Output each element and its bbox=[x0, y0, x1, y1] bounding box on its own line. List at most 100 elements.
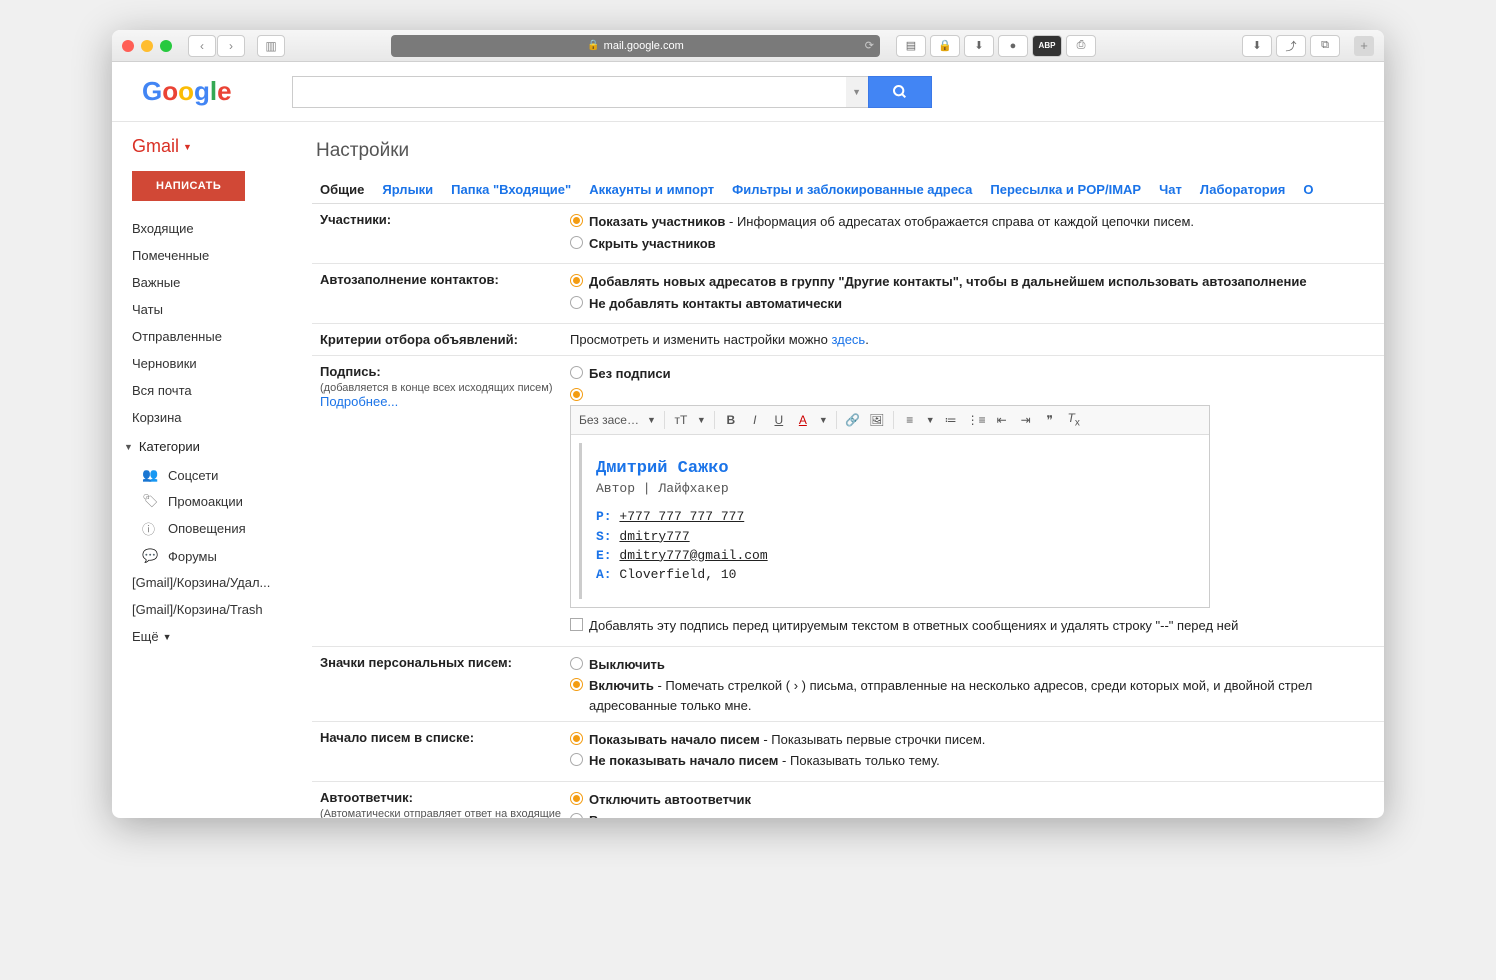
search-button[interactable] bbox=[868, 76, 932, 108]
cat-forums[interactable]: 💬Форумы bbox=[112, 543, 312, 569]
radio-no-signature[interactable] bbox=[570, 366, 583, 379]
tab-offline[interactable]: О bbox=[1303, 182, 1313, 197]
minimize-window[interactable] bbox=[141, 40, 153, 52]
nav-label-2[interactable]: [Gmail]/Корзина/Trash bbox=[112, 596, 312, 623]
indicators-label: Значки персональных писем: bbox=[320, 655, 512, 670]
abp-icon[interactable]: ABP bbox=[1032, 35, 1062, 57]
nav-chats[interactable]: Чаты bbox=[112, 296, 312, 323]
sig-email: dmitry777@gmail.com bbox=[619, 548, 767, 563]
radio-show-participants[interactable] bbox=[570, 214, 583, 227]
search-icon bbox=[892, 84, 908, 100]
radio-indicators-on[interactable] bbox=[570, 678, 583, 691]
tabs-icon[interactable]: ⧉ bbox=[1310, 35, 1340, 57]
radio-autocomplete-on[interactable] bbox=[570, 274, 583, 287]
tab-labels[interactable]: Ярлыки bbox=[382, 182, 433, 197]
bullist-button[interactable]: ⋮≡ bbox=[967, 413, 986, 427]
tab-chat[interactable]: Чат bbox=[1159, 182, 1182, 197]
radio-autocomplete-off[interactable] bbox=[570, 296, 583, 309]
tab-inbox[interactable]: Папка "Входящие" bbox=[451, 182, 571, 197]
sig-skype: dmitry777 bbox=[619, 529, 689, 544]
nav-sent[interactable]: Отправленные bbox=[112, 323, 312, 350]
signature-learn-link[interactable]: Подробнее... bbox=[320, 394, 398, 409]
gmail-brand[interactable]: Gmail▼ bbox=[112, 136, 312, 171]
close-window[interactable] bbox=[122, 40, 134, 52]
search-input[interactable] bbox=[292, 76, 846, 108]
print-icon[interactable]: ⎙ bbox=[1066, 35, 1096, 57]
clear-format-button[interactable]: Tx bbox=[1066, 411, 1082, 428]
settings-title: Настройки bbox=[312, 122, 1384, 176]
pocket-icon[interactable]: ⬇ bbox=[964, 35, 994, 57]
radio-snippets-off[interactable] bbox=[570, 753, 583, 766]
image-button[interactable]: 🖼 bbox=[869, 413, 885, 427]
google-header: Google ▼ bbox=[112, 62, 1384, 122]
nav-starred[interactable]: Помеченные bbox=[112, 242, 312, 269]
search-dropdown[interactable]: ▼ bbox=[846, 76, 868, 108]
nav-allmail[interactable]: Вся почта bbox=[112, 377, 312, 404]
radio-hide-participants[interactable] bbox=[570, 236, 583, 249]
sig-name: Дмитрий Сажко bbox=[596, 457, 1187, 481]
link-button[interactable]: 🔗 bbox=[845, 413, 861, 427]
share-icon[interactable]: ⤴ bbox=[1276, 35, 1306, 57]
sidebar-toggle-icon[interactable]: ▥ bbox=[257, 35, 285, 57]
bulb-icon[interactable]: ● bbox=[998, 35, 1028, 57]
radio-vacation-on[interactable] bbox=[570, 813, 583, 818]
cat-social[interactable]: 👥Соцсети bbox=[112, 462, 312, 488]
font-select[interactable]: Без засе… bbox=[579, 413, 639, 427]
nav-drafts[interactable]: Черновики bbox=[112, 350, 312, 377]
nav-label-1[interactable]: [Gmail]/Корзина/Удал... bbox=[112, 569, 312, 596]
nav-important[interactable]: Важные bbox=[112, 269, 312, 296]
google-logo[interactable]: Google bbox=[142, 76, 232, 107]
indent-button[interactable]: ⇥ bbox=[1018, 413, 1034, 427]
settings-tabs: Общие Ярлыки Папка "Входящие" Аккаунты и… bbox=[312, 176, 1384, 204]
signature-body[interactable]: Дмитрий Сажко Автор | Лайфхакер P: +777 … bbox=[579, 443, 1201, 600]
nav-categories[interactable]: ▼Категории bbox=[112, 431, 312, 462]
signature-toolbar: Без засе…▼ тТ▼ B I U A▼ 🔗 🖼 bbox=[571, 406, 1209, 435]
autocomplete-label: Автозаполнение контактов: bbox=[320, 272, 499, 287]
download-icon[interactable]: ⬇ bbox=[1242, 35, 1272, 57]
vacation-sublabel: (Автоматически отправляет ответ на входя… bbox=[320, 808, 561, 818]
lock-ext-icon[interactable]: 🔒 bbox=[930, 35, 960, 57]
ads-link[interactable]: здесь bbox=[831, 332, 865, 347]
tab-filters[interactable]: Фильтры и заблокированные адреса bbox=[732, 182, 972, 197]
main-content: Настройки Общие Ярлыки Папка "Входящие" … bbox=[312, 122, 1384, 818]
fontsize-button[interactable]: тТ bbox=[673, 413, 689, 427]
radio-indicators-off[interactable] bbox=[570, 657, 583, 670]
nav-inbox[interactable]: Входящие bbox=[112, 215, 312, 242]
reload-icon[interactable]: ⟳ bbox=[865, 39, 874, 52]
row-signature: Подпись: (добавляется в конце всех исход… bbox=[312, 356, 1384, 647]
new-tab[interactable]: + bbox=[1354, 36, 1374, 56]
info-icon: ⓘ bbox=[142, 519, 158, 538]
radio-vacation-off[interactable] bbox=[570, 792, 583, 805]
snippets-label: Начало писем в списке: bbox=[320, 730, 474, 745]
checkbox-sig-before-quote[interactable] bbox=[570, 618, 583, 631]
nav-more[interactable]: Ещё▼ bbox=[112, 623, 312, 650]
italic-button[interactable]: I bbox=[747, 413, 763, 427]
tag-icon: 🏷 bbox=[142, 493, 158, 509]
align-button[interactable]: ≡ bbox=[902, 413, 918, 427]
color-button[interactable]: A bbox=[795, 413, 811, 427]
radio-snippets-on[interactable] bbox=[570, 732, 583, 745]
nav-trash[interactable]: Корзина bbox=[112, 404, 312, 431]
compose-button[interactable]: НАПИСАТЬ bbox=[132, 171, 245, 201]
numlist-button[interactable]: ≔ bbox=[943, 413, 959, 427]
rss-icon[interactable]: ▤ bbox=[896, 35, 926, 57]
underline-button[interactable]: U bbox=[771, 413, 787, 427]
chat-icon: 💬 bbox=[142, 548, 158, 564]
row-snippets: Начало писем в списке: Показывать начало… bbox=[312, 722, 1384, 782]
tab-accounts[interactable]: Аккаунты и импорт bbox=[589, 182, 714, 197]
tab-forwarding[interactable]: Пересылка и POP/IMAP bbox=[990, 182, 1141, 197]
url-bar[interactable]: 🔒 mail.google.com ⟳ bbox=[391, 35, 880, 57]
cat-updates[interactable]: ⓘОповещения bbox=[112, 514, 312, 543]
chevron-down-icon: ▼ bbox=[183, 142, 192, 152]
bold-button[interactable]: B bbox=[723, 413, 739, 427]
nav-forward[interactable]: › bbox=[217, 35, 245, 57]
cat-promo[interactable]: 🏷Промоакции bbox=[112, 488, 312, 514]
tab-general[interactable]: Общие bbox=[320, 182, 364, 197]
url-text: mail.google.com bbox=[604, 40, 684, 52]
tab-labs[interactable]: Лаборатория bbox=[1200, 182, 1285, 197]
nav-back[interactable]: ‹ bbox=[188, 35, 216, 57]
quote-button[interactable]: ❞ bbox=[1042, 413, 1058, 427]
radio-signature-on[interactable] bbox=[570, 388, 583, 401]
maximize-window[interactable] bbox=[160, 40, 172, 52]
outdent-button[interactable]: ⇤ bbox=[994, 413, 1010, 427]
